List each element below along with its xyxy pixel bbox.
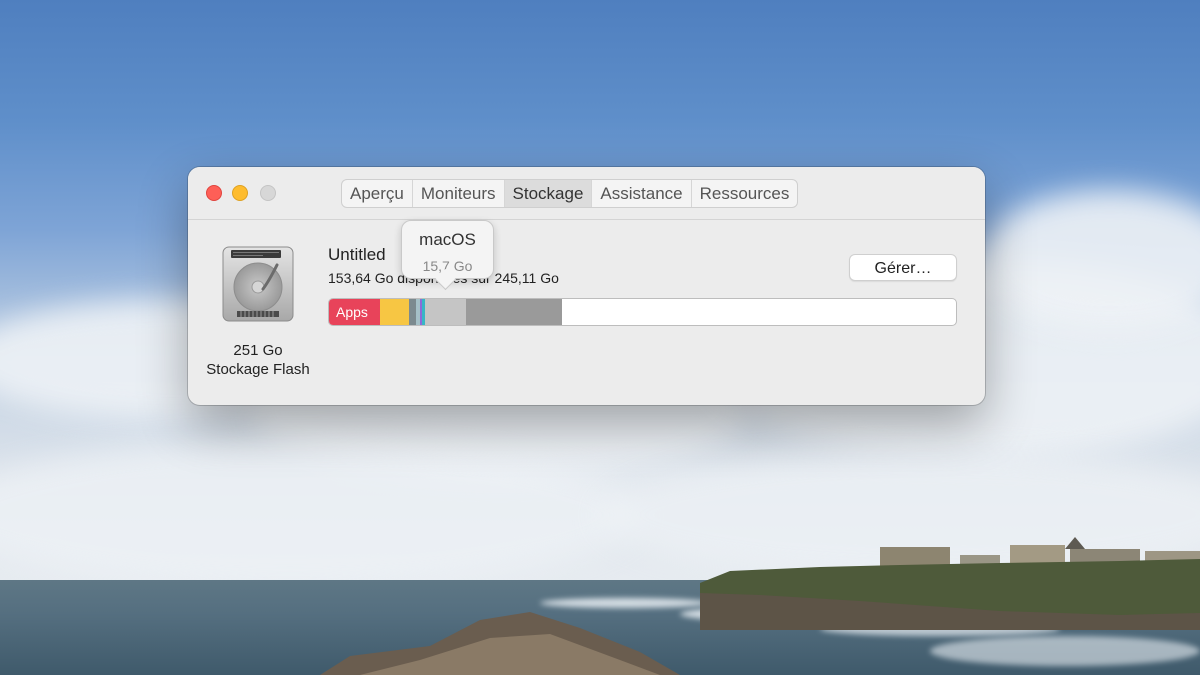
zoom-button[interactable] bbox=[260, 185, 276, 201]
disk-capacity: 251 Go bbox=[233, 342, 283, 359]
storage-segment-macos[interactable] bbox=[424, 299, 467, 325]
hard-drive-icon bbox=[222, 246, 294, 322]
cloud bbox=[0, 440, 640, 590]
storage-segment-apps[interactable]: Apps bbox=[329, 299, 381, 325]
tooltip-title: macOS bbox=[419, 230, 476, 249]
storage-segment-segment-3[interactable] bbox=[409, 299, 417, 325]
segment-tooltip: macOS 15,7 Go bbox=[401, 220, 494, 279]
close-button[interactable] bbox=[206, 185, 222, 201]
tab-apercu[interactable]: Aperçu bbox=[342, 180, 413, 207]
foreground-rock bbox=[320, 612, 680, 675]
coastal-cliff bbox=[700, 537, 1200, 630]
manage-button[interactable]: Gérer… bbox=[849, 254, 957, 281]
disk-type: Stockage Flash bbox=[206, 361, 310, 378]
wave-foam bbox=[540, 598, 710, 608]
tab-stockage[interactable]: Stockage bbox=[504, 180, 593, 207]
storage-segment-system-data[interactable] bbox=[466, 299, 563, 325]
minimize-button[interactable] bbox=[232, 185, 248, 201]
title-bar: Aperçu Moniteurs Stockage Assistance Res… bbox=[188, 167, 985, 220]
tooltip-value: 15,7 Go bbox=[422, 258, 473, 274]
tab-moniteurs[interactable]: Moniteurs bbox=[413, 180, 505, 207]
system-info-window: Aperçu Moniteurs Stockage Assistance Res… bbox=[188, 167, 985, 405]
tab-assistance[interactable]: Assistance bbox=[592, 180, 692, 207]
tab-ressources[interactable]: Ressources bbox=[692, 180, 798, 207]
storage-segment-label: Apps bbox=[336, 304, 368, 320]
volume-name: Untitled bbox=[328, 245, 386, 264]
wave-foam bbox=[930, 636, 1200, 666]
storage-segment-documents[interactable] bbox=[380, 299, 410, 325]
tab-bar: Aperçu Moniteurs Stockage Assistance Res… bbox=[341, 179, 799, 208]
storage-bar[interactable]: Apps bbox=[328, 298, 957, 326]
